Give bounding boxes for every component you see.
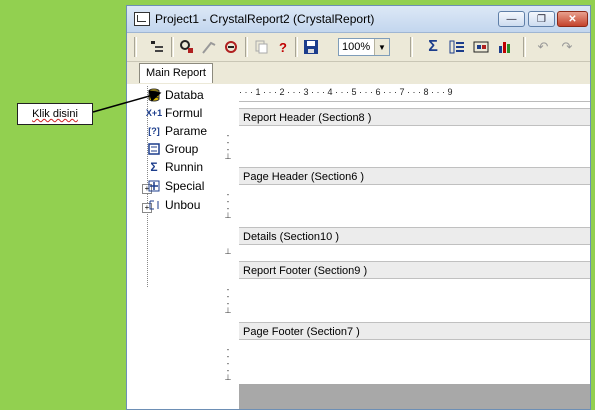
- horizontal-ruler: · · · 1 · · · 2 · · · 3 · · · 4 · · · 5 …: [239, 87, 590, 102]
- chart-icon: [499, 42, 510, 53]
- close-icon: ✕: [568, 13, 577, 25]
- section-page-header[interactable]: Page Header (Section6 ): [239, 167, 590, 185]
- field-explorer-button[interactable]: [177, 37, 197, 57]
- toolbar-separator: [295, 37, 298, 57]
- insert-chart-button[interactable]: [495, 37, 515, 57]
- section-page-footer-area[interactable]: [239, 340, 590, 384]
- field-explorer-icon: [180, 40, 193, 53]
- empty-canvas-area: [239, 384, 590, 409]
- tree-item-parameter-fields[interactable]: [?] Parame: [147, 123, 207, 139]
- tree-item-label: Unbou: [165, 198, 201, 212]
- section-details-area[interactable]: [239, 245, 590, 261]
- group-button[interactable]: [447, 37, 467, 57]
- field-explorer-tree: Databa X+1 Formul [?] Parame Group Σ Run…: [127, 84, 213, 409]
- tree-item-label: Parame: [165, 124, 208, 138]
- tree-item-label: Formul: [165, 106, 203, 120]
- tree-item-unbound-fields[interactable]: Unbou: [147, 197, 200, 213]
- save-icon: [304, 40, 318, 54]
- callout-box: Klik disini: [17, 103, 93, 125]
- tree-item-database-fields[interactable]: Databa: [147, 87, 204, 103]
- title-bar: Project1 - CrystalReport2 (CrystalReport…: [127, 6, 590, 33]
- select-expert-button[interactable]: [221, 37, 241, 57]
- toolbar-separator: [171, 37, 174, 57]
- section-details[interactable]: Details (Section10 ): [239, 227, 590, 245]
- undo-button[interactable]: ↶: [533, 37, 553, 57]
- window-title: Project1 - CrystalReport2 (CrystalReport…: [155, 12, 375, 26]
- section-report-footer[interactable]: Report Footer (Section9 ): [239, 261, 590, 279]
- vertical-ruler: - - - ⊥: [224, 285, 232, 315]
- help-icon: ?: [279, 39, 287, 55]
- report-design-area: · · · 1 · · · 2 · · · 3 · · · 4 · · · 5 …: [213, 84, 590, 409]
- minimize-icon: —: [506, 13, 517, 25]
- close-button[interactable]: ✕: [557, 11, 588, 27]
- chevron-down-icon[interactable]: ▼: [374, 39, 389, 55]
- copy-icon: [255, 40, 268, 54]
- subreport-icon: [473, 41, 489, 53]
- select-expert-icon: [225, 41, 237, 53]
- section-page-footer[interactable]: Page Footer (Section7 ): [239, 322, 590, 340]
- tree-item-special-fields[interactable]: Special: [147, 178, 204, 194]
- tab-strip: Main Report: [127, 62, 590, 84]
- report-expert-button[interactable]: [199, 37, 219, 57]
- toolbar-separator: [245, 37, 248, 57]
- vertical-ruler: - - - ⊥: [224, 190, 232, 220]
- sum-icon: Σ: [428, 38, 438, 55]
- parameter-icon: [?]: [148, 126, 160, 136]
- undo-icon: ↶: [537, 39, 549, 54]
- redo-icon: ↷: [561, 39, 573, 54]
- toolbar-grip: [134, 37, 137, 57]
- formula-icon: X+1: [145, 108, 163, 118]
- tree-item-label: Group: [165, 142, 199, 156]
- restore-button[interactable]: ❐: [528, 11, 555, 27]
- running-total-icon: Σ: [150, 160, 158, 174]
- save-button[interactable]: [301, 37, 321, 57]
- toggle-tree-button[interactable]: [147, 37, 167, 57]
- callout-text: Klik disini: [32, 108, 78, 120]
- summary-button[interactable]: Σ: [423, 37, 443, 57]
- section-report-header[interactable]: Report Header (Section8 ): [239, 108, 590, 126]
- group-name-icon: [147, 142, 161, 156]
- tree-item-label: Databa: [165, 88, 204, 102]
- section-report-footer-area[interactable]: [239, 279, 590, 322]
- unbound-field-icon: [147, 198, 161, 212]
- tree-view-icon: [151, 41, 163, 52]
- insert-subreport-button[interactable]: [471, 37, 491, 57]
- wand-icon: [202, 41, 216, 54]
- copy-button[interactable]: [251, 37, 271, 57]
- toolbar-separator: [523, 37, 526, 57]
- tree-item-label: Runnin: [165, 160, 204, 174]
- vertical-ruler: - - - ⊥: [224, 131, 232, 161]
- vertical-ruler: - - - - ⊥: [224, 345, 232, 382]
- toolbar: ? 100% ▼ Σ ↶ ↷: [127, 33, 590, 62]
- tab-main-report[interactable]: Main Report: [139, 63, 213, 83]
- database-icon: [147, 88, 161, 102]
- zoom-select[interactable]: 100% ▼: [338, 38, 390, 56]
- section-page-header-area[interactable]: [239, 185, 590, 227]
- redo-button[interactable]: ↷: [557, 37, 577, 57]
- crystal-report-window: Project1 - CrystalReport2 (CrystalReport…: [126, 5, 591, 410]
- tree-item-formula-fields[interactable]: X+1 Formul: [145, 105, 203, 121]
- tree-item-group-name-fields[interactable]: Group: [147, 141, 198, 157]
- zoom-value: 100%: [342, 41, 371, 53]
- special-field-icon: [147, 179, 161, 193]
- tree-item-label: Special: [165, 179, 205, 193]
- tab-label: Main Report: [146, 67, 206, 79]
- group-icon: [449, 40, 464, 54]
- tree-item-running-total-fields[interactable]: Σ Runnin: [147, 159, 203, 175]
- section-report-header-area[interactable]: [239, 126, 590, 167]
- restore-icon: ❐: [537, 13, 546, 25]
- minimize-button[interactable]: —: [498, 11, 525, 27]
- help-button[interactable]: ?: [273, 37, 293, 57]
- app-icon: [134, 12, 150, 26]
- vertical-ruler: ⊥: [224, 247, 232, 256]
- toolbar-separator: [410, 37, 413, 57]
